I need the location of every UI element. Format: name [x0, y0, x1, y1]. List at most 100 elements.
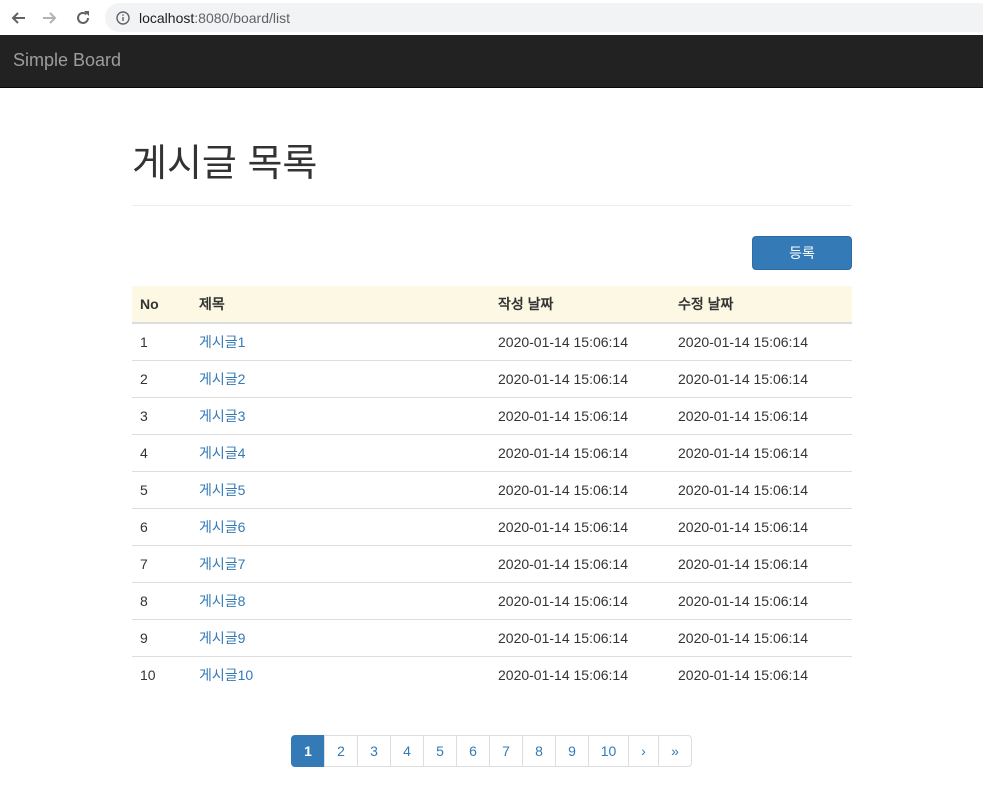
address-bar[interactable]: localhost:8080/board/list	[105, 3, 983, 32]
cell-updated: 2020-01-14 15:06:14	[670, 397, 852, 435]
pagination: 1 2 3 4 5 6 7 8 9 10 ›»	[291, 735, 692, 767]
post-title-link[interactable]: 게시글4	[199, 445, 245, 461]
page-last-button[interactable]: »	[658, 735, 692, 767]
table-header-row: No 제목 작성 날짜 수정 날짜	[132, 286, 852, 324]
page-link-2[interactable]: 2	[324, 735, 358, 767]
register-button[interactable]: 등록	[752, 236, 852, 270]
cell-updated: 2020-01-14 15:06:14	[670, 508, 852, 546]
cell-no: 6	[132, 508, 191, 546]
post-title-link[interactable]: 게시글10	[199, 667, 253, 683]
page-link-10[interactable]: 10	[588, 735, 629, 767]
page-header: 게시글 목록	[132, 140, 852, 206]
cell-title: 게시글5	[191, 471, 490, 509]
arrow-right-icon	[43, 12, 57, 24]
cell-created: 2020-01-14 15:06:14	[490, 471, 670, 509]
page-link-8[interactable]: 8	[522, 735, 556, 767]
table-row: 9 게시글9 2020-01-14 15:06:14 2020-01-14 15:06…	[132, 619, 852, 657]
column-header-updated: 수정 날짜	[670, 286, 852, 324]
page-link-5[interactable]: 5	[423, 735, 457, 767]
column-header-created: 작성 날짜	[490, 286, 670, 324]
button-row: 등록	[132, 236, 852, 270]
page-link-3[interactable]: 3	[357, 735, 391, 767]
cell-created: 2020-01-14 15:06:14	[490, 656, 670, 693]
page-link-1[interactable]: 1	[291, 735, 325, 767]
post-title-link[interactable]: 게시글5	[199, 482, 245, 498]
cell-updated: 2020-01-14 15:06:14	[670, 545, 852, 583]
column-header-no: No	[132, 286, 191, 324]
page-title: 게시글 목록	[132, 143, 318, 185]
navbar: Simple Board	[0, 35, 983, 88]
cell-updated: 2020-01-14 15:06:14	[670, 434, 852, 472]
table-row: 1 게시글1 2020-01-14 15:06:14 2020-01-14 15:06…	[132, 323, 852, 361]
url-text: localhost:8080/board/list	[139, 10, 290, 26]
post-title-link[interactable]: 게시글7	[199, 556, 245, 572]
cell-updated: 2020-01-14 15:06:14	[678, 334, 808, 350]
arrow-left-icon	[11, 12, 25, 24]
cell-created: 2020-01-14 15:06:14	[490, 619, 670, 657]
table-row: 4 게시글4 2020-01-14 15:06:14 2020-01-14 15:06…	[132, 434, 852, 472]
cell-created: 2020-01-14 15:06:14	[490, 360, 670, 398]
page-next-button[interactable]: ›	[628, 735, 659, 767]
cell-no: 1	[140, 334, 148, 350]
cell-title: 게시글3	[191, 397, 490, 435]
page-link-9[interactable]: 9	[555, 735, 589, 767]
cell-updated: 2020-01-14 15:06:14	[670, 360, 852, 398]
cell-title: 게시글9	[191, 619, 490, 657]
page-link-6[interactable]: 6	[456, 735, 490, 767]
cell-created: 2020-01-14 15:06:14	[498, 334, 628, 350]
post-title-link[interactable]: 게시글8	[199, 593, 245, 609]
cell-no: 3	[132, 397, 191, 435]
cell-no: 9	[132, 619, 191, 657]
url-host: localhost	[139, 9, 195, 26]
cell-title: 게시글8	[191, 582, 490, 620]
cell-title: 게시글2	[191, 360, 490, 398]
cell-no: 2	[132, 360, 191, 398]
cell-no: 4	[132, 434, 191, 472]
table-body: 1 게시글1 2020-01-14 15:06:14 2020-01-14 15:06…	[132, 323, 852, 693]
cell-no: 7	[132, 545, 191, 583]
cell-no: 10	[132, 656, 191, 693]
forward-button[interactable]	[39, 7, 61, 29]
table-row: 6 게시글6 2020-01-14 15:06:14 2020-01-14 15:06…	[132, 508, 852, 546]
back-button[interactable]	[7, 7, 29, 29]
cell-created: 2020-01-14 15:06:14	[490, 434, 670, 472]
post-title-link[interactable]: 게시글9	[199, 630, 245, 646]
table-header: No 제목 작성 날짜 수정 날짜	[132, 286, 852, 324]
cell-updated: 2020-01-14 15:06:14	[670, 619, 852, 657]
cell-created: 2020-01-14 15:06:14	[490, 397, 670, 435]
cell-no: 8	[132, 582, 191, 620]
cell-title: 게시글4	[191, 434, 490, 472]
page-link-7[interactable]: 7	[489, 735, 523, 767]
navbar-brand[interactable]: Simple Board	[13, 50, 121, 71]
cell-no: 5	[132, 471, 191, 509]
cell-updated: 2020-01-14 15:06:14	[670, 656, 852, 693]
table-row: 2 게시글2 2020-01-14 15:06:14 2020-01-14 15:06…	[132, 360, 852, 398]
table-row: 3 게시글3 2020-01-14 15:06:14 2020-01-14 15:06…	[132, 397, 852, 435]
table-row: 5 게시글5 2020-01-14 15:06:14 2020-01-14 15:06…	[132, 471, 852, 509]
cell-created: 2020-01-14 15:06:14	[490, 508, 670, 546]
cell-updated: 2020-01-14 15:06:14	[670, 582, 852, 620]
column-header-title: 제목	[191, 286, 490, 324]
post-title-link[interactable]: 게시글2	[199, 371, 245, 387]
table-row: 10 게시글10 2020-01-14 15:06:14 2020-01-14 15:…	[132, 656, 852, 693]
info-icon[interactable]	[115, 10, 131, 26]
cell-created: 2020-01-14 15:06:14	[490, 545, 670, 583]
post-title-link[interactable]: 게시글3	[199, 408, 245, 424]
cell-updated: 2020-01-14 15:06:14	[670, 471, 852, 509]
reload-icon	[77, 11, 89, 24]
reload-button[interactable]	[72, 7, 94, 29]
page-link-4[interactable]: 4	[390, 735, 424, 767]
cell-title: 게시글6	[191, 508, 490, 546]
browser-toolbar: localhost:8080/board/list	[0, 0, 983, 35]
cell-created: 2020-01-14 15:06:14	[490, 582, 670, 620]
cell-title: 게시글7	[191, 545, 490, 583]
main-container: 게시글 목록 등록 No 제목 작성 날짜 수정 날짜 1 게시글1 2020-01…	[132, 88, 852, 693]
table-row: 8 게시글8 2020-01-14 15:06:14 2020-01-14 15:06…	[132, 582, 852, 620]
board-table: No 제목 작성 날짜 수정 날짜 1 게시글1 2020-01-14 15:06:…	[132, 286, 852, 693]
post-title-link[interactable]: 게시글6	[199, 519, 245, 535]
cell-title: 게시글1	[191, 323, 490, 361]
url-path: :8080/board/list	[194, 9, 290, 26]
post-title-link[interactable]: 게시글1	[199, 334, 245, 350]
cell-title: 게시글10	[191, 656, 490, 693]
table-row: 7 게시글7 2020-01-14 15:06:14 2020-01-14 15:06…	[132, 545, 852, 583]
